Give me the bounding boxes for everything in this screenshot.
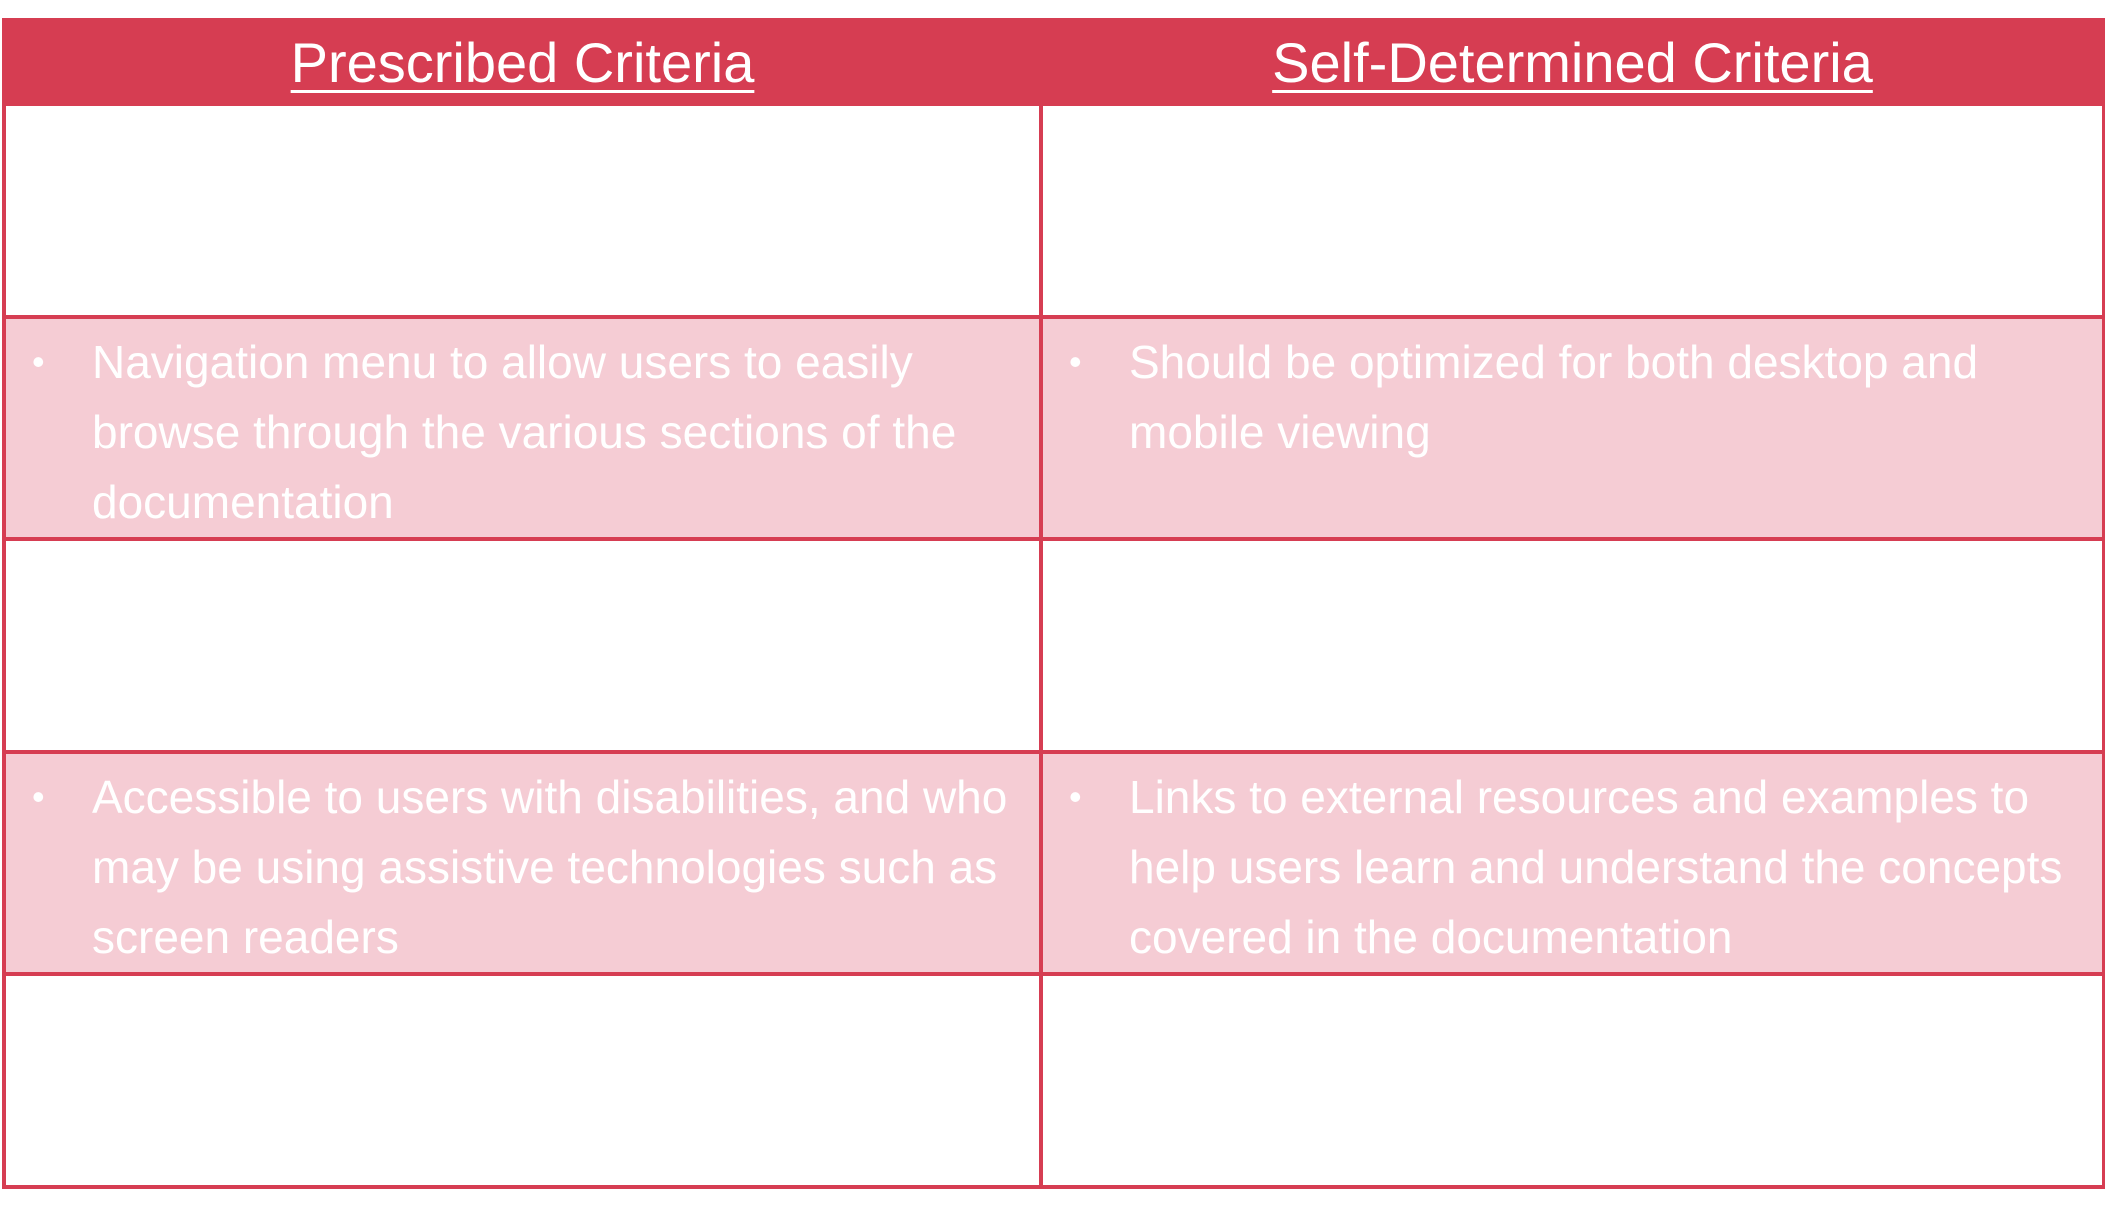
- bullet-icon: •: [32, 776, 45, 817]
- table-row: [2, 102, 2105, 319]
- table-row: [2, 972, 2105, 1189]
- header-prescribed-criteria: Prescribed Criteria: [2, 18, 1043, 106]
- criteria-table: Prescribed Criteria Self-Determined Crit…: [2, 18, 2105, 1189]
- criteria-text: Should be optimized for both desktop and…: [1129, 336, 1979, 458]
- table-row: • Accessible to users with disabilities,…: [2, 750, 2105, 976]
- empty-cell: [1039, 537, 2105, 754]
- header-row: Prescribed Criteria Self-Determined Crit…: [2, 18, 2105, 106]
- criteria-item: • Should be optimized for both desktop a…: [1043, 319, 2102, 467]
- empty-cell: [1039, 972, 2105, 1189]
- criteria-item: • Links to external resources and exampl…: [1043, 754, 2102, 972]
- empty-cell: [2, 972, 1043, 1189]
- bullet-icon: •: [32, 341, 45, 382]
- bullet-icon: •: [1069, 776, 1082, 817]
- criteria-text: Links to external resources and examples…: [1129, 771, 2063, 963]
- criteria-text: Navigation menu to allow users to easily…: [92, 336, 957, 528]
- table-row: [2, 537, 2105, 754]
- criteria-item: • Accessible to users with disabilities,…: [6, 754, 1039, 972]
- empty-cell: [2, 102, 1043, 319]
- criteria-text: Accessible to users with disabilities, a…: [92, 771, 1008, 963]
- empty-cell: [1039, 102, 2105, 319]
- criteria-cell: • Navigation menu to allow users to easi…: [2, 315, 1043, 541]
- criteria-cell: • Accessible to users with disabilities,…: [2, 750, 1043, 976]
- bullet-icon: •: [1069, 341, 1082, 382]
- criteria-cell: • Should be optimized for both desktop a…: [1039, 315, 2105, 541]
- header-self-determined-criteria: Self-Determined Criteria: [1039, 18, 2105, 106]
- table-row: • Navigation menu to allow users to easi…: [2, 315, 2105, 541]
- empty-cell: [2, 537, 1043, 754]
- criteria-cell: • Links to external resources and exampl…: [1039, 750, 2105, 976]
- criteria-item: • Navigation menu to allow users to easi…: [6, 319, 1039, 537]
